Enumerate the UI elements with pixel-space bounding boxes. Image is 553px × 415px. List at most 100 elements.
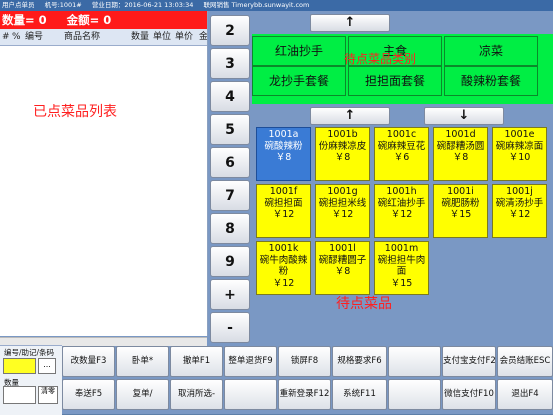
col-qty[interactable]: 数量 — [131, 29, 149, 45]
dish-code: 1001a — [268, 129, 299, 140]
input-area: 编号/助记/条码 ... 数量 清零 — [0, 345, 62, 415]
dish-item[interactable]: 1001i 碗肥肠粉 ￥15 — [433, 184, 488, 238]
dish-item[interactable]: 1001h 碗红油抄手 ￥12 — [374, 184, 429, 238]
dish-code: 1001l — [329, 243, 356, 254]
dish-item[interactable]: 1001c 碗麻辣豆花 ￥6 — [374, 127, 429, 181]
order-summary-bar: 数量= 0 金额= 0 — [0, 11, 207, 29]
key-6[interactable]: 6 — [210, 147, 250, 178]
dish-name: 碗清汤抄手 — [495, 197, 544, 209]
key-2[interactable]: 2 — [210, 15, 250, 46]
dish-price: ￥15 — [449, 209, 472, 220]
category-scroll-up-button[interactable]: ↑ — [310, 14, 390, 32]
category-panel: 红油抄手 主食 凉菜 龙抄手套餐 担担面套餐 酸辣粉套餐 待点菜品类别 — [252, 34, 553, 104]
dish-name: 碗麻辣豆花 — [377, 140, 426, 152]
dish-code: 1001f — [269, 186, 298, 197]
dish-price: ￥8 — [334, 152, 351, 163]
dish-name: 碗肥肠粉 — [441, 197, 480, 209]
wechat-pay-button[interactable]: 微信支付F10 — [442, 379, 496, 410]
category-item[interactable]: 担担面套餐 — [348, 66, 442, 96]
title-date: 营业日期：2016-06-21 13:03:34 — [91, 1, 194, 9]
member-checkout-button[interactable]: 会员结账ESC — [497, 346, 553, 377]
alipay-button[interactable]: 支付宝支付F2 — [442, 346, 496, 377]
category-item[interactable]: 酸辣粉套餐 — [444, 66, 538, 96]
order-amount: 金额= 0 — [66, 13, 112, 27]
qty-input[interactable] — [3, 386, 36, 404]
dish-name: 碗酸辣粉 — [264, 140, 303, 152]
col-code[interactable]: 编号 — [25, 29, 43, 45]
dish-item[interactable]: 1001e 碗麻辣凉面 ￥10 — [492, 127, 547, 181]
col-discount[interactable]: % — [12, 29, 21, 45]
dish-price: ￥12 — [390, 209, 413, 220]
change-qty-button[interactable]: 改数量F3 — [62, 346, 115, 377]
key-7[interactable]: 7 — [210, 180, 250, 211]
empty-button[interactable] — [388, 346, 441, 377]
system-button[interactable]: 系统F11 — [332, 379, 387, 410]
dish-panel-label: 待点菜品 — [336, 296, 392, 312]
clear-button[interactable]: 清零 — [38, 386, 58, 404]
dish-code: 1001i — [447, 186, 474, 197]
order-list-label: 已点菜品列表 — [33, 104, 117, 120]
spec-request-button[interactable]: 规格要求F6 — [332, 346, 387, 377]
dish-item[interactable]: 1001k 碗牛肉酸辣粉 ￥12 — [256, 241, 311, 295]
gift-button[interactable]: 奉送F5 — [62, 379, 115, 410]
key-plus[interactable]: + — [210, 279, 250, 310]
code-lookup-button[interactable]: ... — [38, 358, 56, 374]
cancel-order-button[interactable]: 撤单F1 — [170, 346, 223, 377]
dish-item[interactable]: 1001b 份麻辣凉皮 ￥8 — [315, 127, 370, 181]
dish-price: ￥12 — [508, 209, 531, 220]
dish-name: 碗担担牛肉面 — [377, 254, 426, 278]
lock-screen-button[interactable]: 锁屏F8 — [278, 346, 331, 377]
dish-price: ￥12 — [272, 277, 295, 289]
dish-scroll-up-button[interactable]: ↑ — [310, 107, 390, 125]
dish-price: ￥6 — [393, 152, 410, 163]
dish-name: 碗牛肉酸辣粉 — [259, 254, 308, 278]
key-9[interactable]: 9 — [210, 246, 250, 277]
key-5[interactable]: 5 — [210, 114, 250, 145]
dish-name: 碗担担面 — [264, 197, 303, 209]
key-minus[interactable]: - — [210, 312, 250, 343]
dish-scroll-down-button[interactable]: ↓ — [424, 107, 504, 125]
category-item[interactable]: 凉菜 — [444, 36, 538, 66]
col-price[interactable]: 单价 — [175, 29, 193, 45]
empty-button[interactable] — [224, 379, 277, 410]
key-3[interactable]: 3 — [210, 48, 250, 79]
order-count: 数量= 0 — [2, 13, 47, 27]
dish-item[interactable]: 1001f 碗担担面 ￥12 — [256, 184, 311, 238]
col-index[interactable]: # — [2, 29, 10, 45]
category-item[interactable]: 红油抄手 — [252, 36, 346, 66]
col-unit[interactable]: 单位 — [153, 29, 171, 45]
dish-item[interactable]: 1001a 碗酸辣粉 ￥8 — [256, 127, 311, 181]
relogin-button[interactable]: 重新登录F12 — [278, 379, 331, 410]
dish-price: ￥8 — [334, 266, 351, 277]
dish-item[interactable]: 1001m 碗担担牛肉面 ￥15 — [374, 241, 429, 295]
dish-code: 1001h — [386, 186, 417, 197]
restore-order-button[interactable]: 复单/ — [116, 379, 169, 410]
dish-item[interactable]: 1001d 碗醪糟汤圆 ￥8 — [433, 127, 488, 181]
dish-item[interactable]: 1001j 碗清汤抄手 ￥12 — [492, 184, 547, 238]
key-4[interactable]: 4 — [210, 81, 250, 112]
col-amount[interactable]: 金 — [199, 29, 207, 45]
title-machine: 机号:1001# — [44, 1, 82, 9]
dish-price: ￥10 — [508, 152, 531, 163]
key-8[interactable]: 8 — [210, 213, 250, 244]
order-list[interactable]: 已点菜品列表 — [0, 46, 207, 336]
arrow-up-icon: ↑ — [344, 15, 356, 30]
dish-name: 碗红油抄手 — [377, 197, 426, 209]
dish-item[interactable]: 1001g 碗担担米线 ￥12 — [315, 184, 370, 238]
hold-order-button[interactable]: 卧单* — [116, 346, 169, 377]
full-refund-button[interactable]: 整单退货F9 — [224, 346, 277, 377]
pos-window: 用户点单员 机号:1001# 营业日期：2016-06-21 13:03:34 … — [0, 0, 553, 415]
cancel-selected-button[interactable]: 取消所选- — [170, 379, 223, 410]
empty-button[interactable] — [388, 379, 441, 410]
exit-button[interactable]: 退出F4 — [497, 379, 553, 410]
category-panel-label: 待点菜品类别 — [344, 52, 417, 66]
dish-panel: 待点菜品 1001a 碗酸辣粉 ￥8 1001b 份麻辣凉皮 ￥8 1001c 碗麻辣豆花 ￥6… — [252, 125, 553, 335]
category-item[interactable]: 龙抄手套餐 — [252, 66, 346, 96]
col-name[interactable]: 商品名称 — [64, 29, 100, 45]
title-bar: 用户点单员 机号:1001# 营业日期：2016-06-21 13:03:34 … — [0, 0, 553, 11]
code-input[interactable] — [3, 358, 36, 374]
code-input-label: 编号/助记/条码 — [4, 348, 55, 357]
dish-code: 1001b — [327, 129, 358, 140]
dish-item[interactable]: 1001l 碗醪糟圆子 ￥8 — [315, 241, 370, 295]
order-panel: 数量= 0 金额= 0 # % 编号 商品名称 数量 单位 单价 金 已点菜品列… — [0, 11, 208, 346]
